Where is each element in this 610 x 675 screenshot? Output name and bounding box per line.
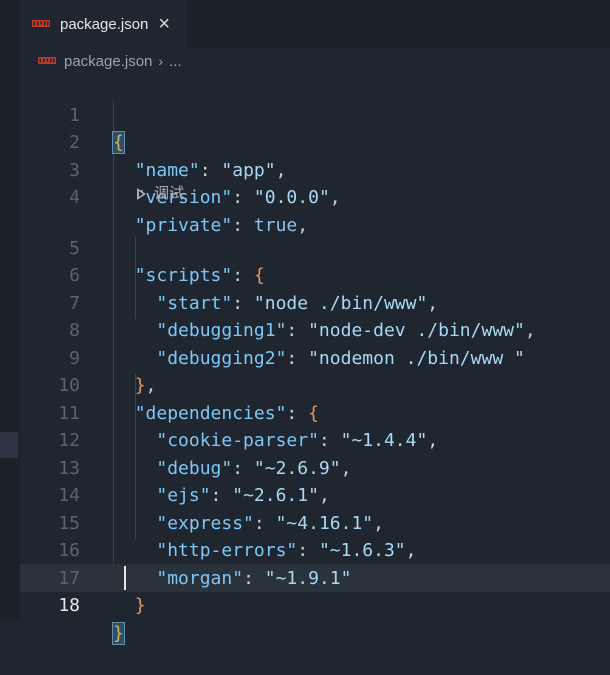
line-content: "debugging1": "node-dev ./bin/www", [156,320,536,341]
line-content: "debug": "~2.6.9", [156,457,352,479]
json-key: "cookie-parser" [156,430,319,451]
code-editor[interactable]: 1 { 2 "name": "app", 3 "version": "0.0.0… [20,74,610,645]
play-icon [137,188,146,200]
json-value: "nodemon ./bin/www " [308,347,525,369]
json-key: "http-errors" [156,540,298,561]
line-content: "debugging2": "nodemon ./bin/www " [156,347,525,369]
json-key: "debug" [156,457,233,479]
json-value: "node ./bin/www" [253,292,428,314]
code-line: 6 "start": "node ./bin/www", [20,235,438,314]
code-line: 3 "version": "0.0.0", [20,129,340,209]
line-content: }, [134,375,157,396]
activity-indicator [0,432,18,458]
json-key: "express" [156,512,254,534]
json-key: "private" [134,214,233,236]
json-key: "start" [156,292,233,314]
activity-strip [0,0,20,621]
json-value: "~2.6.1" [232,485,319,506]
code-line: 14 "express": "~4.16.1", [20,455,384,534]
code-line: 10 "dependencies": { [20,345,319,424]
breadcrumb-more[interactable]: ... [169,53,182,70]
code-line: 12 "debug": "~2.6.9", [20,400,351,479]
line-content: "private": true, [134,214,309,236]
code-line: 11 "cookie-parser": "~1.4.4", [20,372,438,452]
code-line: 1 { [20,74,125,154]
text-cursor [124,566,126,590]
code-line: 2 "name": "app", [20,102,286,181]
close-brace: } [112,621,125,645]
json-value: "node-dev ./bin/www" [308,320,525,341]
json-value: "app" [221,159,276,181]
tab-bar: package.json × [20,0,610,48]
json-value: "~1.6.3" [318,540,406,561]
line-content: "morgan": "~1.9.1" [156,567,352,589]
chevron-right-icon: › [158,53,164,69]
json-value: true [253,214,298,236]
open-brace: { [112,131,125,154]
line-content: "scripts": { [134,265,265,286]
code-line: 17 } [20,537,145,617]
json-key: "ejs" [156,485,211,506]
code-line: 16 "morgan": "~1.9.1" [20,510,351,589]
code-line: 13 "ejs": "~2.6.1", [20,427,329,507]
npm-icon [32,20,50,28]
code-line: 18 } [20,565,125,645]
code-line: 8 "debugging2": "nodemon ./bin/www " [20,290,525,369]
json-value: "~1.4.4" [340,430,428,451]
line-content: "express": "~4.16.1", [156,512,384,534]
json-key: "scripts" [134,265,233,286]
json-key: "dependencies" [134,402,287,424]
line-content: "cookie-parser": "~1.4.4", [156,430,439,451]
json-key: "name" [134,159,200,181]
line-content: "ejs": "~2.6.1", [156,485,330,506]
line-content: { [112,129,125,157]
codelens-label: 调试 [154,185,185,202]
npm-icon [38,57,56,65]
tab-package-json[interactable]: package.json × [20,0,187,48]
debug-codelens[interactable]: 调试 [137,182,184,206]
line-content: "start": "node ./bin/www", [156,292,439,314]
json-value: "~1.9.1" [264,567,352,589]
json-value: "~4.16.1" [275,512,374,534]
line-content: "dependencies": { [134,402,319,424]
code-line: 5 "scripts": { [20,207,265,287]
json-value: "~2.6.9" [253,457,341,479]
json-value: "0.0.0" [253,187,330,208]
json-key: "morgan" [156,567,244,589]
code-line: 15 "http-errors": "~1.6.3", [20,482,416,562]
close-icon[interactable]: × [158,14,170,34]
code-line: 9 }, [20,317,156,397]
json-key: "debugging2" [156,347,287,369]
code-line: 4 "private": true, [20,157,308,236]
line-number: 18 [58,595,80,616]
tab-label: package.json [60,15,149,33]
line-content: "name": "app", [134,159,287,181]
line-content: } [134,595,146,616]
breadcrumb-file[interactable]: package.json [64,53,152,70]
line-content: } [112,620,125,648]
code-line: 7 "debugging1": "node-dev ./bin/www", [20,262,536,342]
breadcrumb: package.json › ... [38,48,182,74]
line-content: "http-errors": "~1.6.3", [156,540,417,561]
json-key: "debugging1" [156,320,287,341]
